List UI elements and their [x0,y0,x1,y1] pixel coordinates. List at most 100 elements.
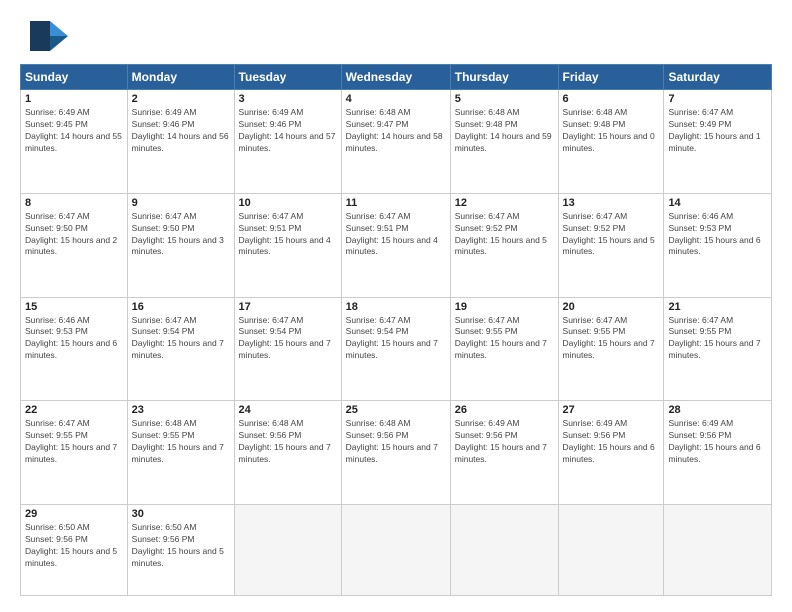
calendar-header-saturday: Saturday [664,65,772,90]
day-info: Sunrise: 6:47 AMSunset: 9:51 PMDaylight:… [346,211,446,259]
calendar-cell: 14Sunrise: 6:46 AMSunset: 9:53 PMDayligh… [664,193,772,297]
calendar-cell: 26 Sunrise: 6:49 AMSunset: 9:56 PMDayligh… [450,401,558,505]
day-info: Sunrise: 6:47 AMSunset: 9:54 PMDaylight:… [346,315,446,363]
day-number: 9 [132,197,230,209]
calendar-cell: 20 Sunrise: 6:47 AMSunset: 9:55 PMDayligh… [558,297,664,401]
day-info: Sunrise: 6:47 AMSunset: 9:51 PMDaylight:… [239,211,337,259]
day-number: 2 [132,93,230,105]
calendar-cell: 17 Sunrise: 6:47 AMSunset: 9:54 PMDayligh… [234,297,341,401]
calendar-cell: 22 Sunrise: 6:47 AMSunset: 9:55 PMDayligh… [21,401,128,505]
calendar-cell: 28 Sunrise: 6:49 AMSunset: 9:56 PMDayligh… [664,401,772,505]
day-number: 27 [563,404,660,416]
day-number: 25 [346,404,446,416]
day-number: 16 [132,301,230,313]
calendar-cell: 11Sunrise: 6:47 AMSunset: 9:51 PMDayligh… [341,193,450,297]
calendar-cell: 2 Sunrise: 6:49 AMSunset: 9:46 PMDaylight… [127,90,234,194]
day-info: Sunrise: 6:50 AMSunset: 9:56 PMDaylight:… [132,522,230,570]
day-number: 5 [455,93,554,105]
day-number: 6 [563,93,660,105]
day-number: 14 [668,197,767,209]
calendar-cell: 6 Sunrise: 6:48 AMSunset: 9:48 PMDaylight… [558,90,664,194]
calendar-cell: 12 Sunrise: 6:47 AMSunset: 9:52 PMDayligh… [450,193,558,297]
day-info: Sunrise: 6:49 AMSunset: 9:56 PMDaylight:… [563,418,660,466]
day-number: 8 [25,197,123,209]
day-number: 19 [455,301,554,313]
calendar-cell [664,505,772,596]
day-info: Sunrise: 6:49 AMSunset: 9:56 PMDaylight:… [455,418,554,466]
day-info: Sunrise: 6:50 AMSunset: 9:56 PMDaylight:… [25,522,123,570]
day-info: Sunrise: 6:47 AMSunset: 9:55 PMDaylight:… [25,418,123,466]
day-number: 4 [346,93,446,105]
day-number: 20 [563,301,660,313]
day-info: Sunrise: 6:48 AMSunset: 9:48 PMDaylight:… [455,107,554,155]
calendar-week-row: 15 Sunrise: 6:46 AMSunset: 9:53 PMDayligh… [21,297,772,401]
day-info: Sunrise: 6:46 AMSunset: 9:53 PMDaylight:… [25,315,123,363]
calendar-week-row: 8 Sunrise: 6:47 AMSunset: 9:50 PMDaylight… [21,193,772,297]
day-info: Sunrise: 6:47 AMSunset: 9:50 PMDaylight:… [25,211,123,259]
calendar-cell: 5 Sunrise: 6:48 AMSunset: 9:48 PMDaylight… [450,90,558,194]
calendar-cell: 10 Sunrise: 6:47 AMSunset: 9:51 PMDayligh… [234,193,341,297]
calendar-cell: 16 Sunrise: 6:47 AMSunset: 9:54 PMDayligh… [127,297,234,401]
calendar-week-row: 22 Sunrise: 6:47 AMSunset: 9:55 PMDayligh… [21,401,772,505]
calendar-cell: 23Sunrise: 6:48 AMSunset: 9:55 PMDayligh… [127,401,234,505]
day-info: Sunrise: 6:47 AMSunset: 9:55 PMDaylight:… [455,315,554,363]
calendar-cell: 8 Sunrise: 6:47 AMSunset: 9:50 PMDaylight… [21,193,128,297]
calendar-body: 1 Sunrise: 6:49 AMSunset: 9:45 PMDaylight… [21,90,772,596]
day-number: 7 [668,93,767,105]
day-info: Sunrise: 6:49 AMSunset: 9:46 PMDaylight:… [132,107,230,155]
calendar-week-row: 29Sunrise: 6:50 AMSunset: 9:56 PMDayligh… [21,505,772,596]
calendar-cell: 30 Sunrise: 6:50 AMSunset: 9:56 PMDayligh… [127,505,234,596]
calendar-cell [450,505,558,596]
logo [20,16,72,56]
day-number: 30 [132,508,230,520]
calendar-cell: 25 Sunrise: 6:48 AMSunset: 9:56 PMDayligh… [341,401,450,505]
day-info: Sunrise: 6:49 AMSunset: 9:56 PMDaylight:… [668,418,767,466]
day-info: Sunrise: 6:47 AMSunset: 9:54 PMDaylight:… [239,315,337,363]
calendar-cell: 29Sunrise: 6:50 AMSunset: 9:56 PMDayligh… [21,505,128,596]
calendar-cell [234,505,341,596]
day-number: 21 [668,301,767,313]
day-number: 24 [239,404,337,416]
calendar-header-thursday: Thursday [450,65,558,90]
day-number: 17 [239,301,337,313]
day-info: Sunrise: 6:48 AMSunset: 9:48 PMDaylight:… [563,107,660,155]
day-info: Sunrise: 6:49 AMSunset: 9:46 PMDaylight:… [239,107,337,155]
calendar-cell [341,505,450,596]
day-info: Sunrise: 6:47 AMSunset: 9:55 PMDaylight:… [668,315,767,363]
calendar-cell: 27 Sunrise: 6:49 AMSunset: 9:56 PMDayligh… [558,401,664,505]
calendar-cell [558,505,664,596]
day-number: 10 [239,197,337,209]
calendar-header-monday: Monday [127,65,234,90]
calendar-cell: 4 Sunrise: 6:48 AMSunset: 9:47 PMDaylight… [341,90,450,194]
day-number: 13 [563,197,660,209]
day-info: Sunrise: 6:47 AMSunset: 9:52 PMDaylight:… [455,211,554,259]
calendar-cell: 18Sunrise: 6:47 AMSunset: 9:54 PMDayligh… [341,297,450,401]
day-info: Sunrise: 6:48 AMSunset: 9:56 PMDaylight:… [239,418,337,466]
day-info: Sunrise: 6:49 AMSunset: 9:45 PMDaylight:… [25,107,123,155]
calendar-cell: 24 Sunrise: 6:48 AMSunset: 9:56 PMDayligh… [234,401,341,505]
calendar-header-friday: Friday [558,65,664,90]
day-number: 22 [25,404,123,416]
day-info: Sunrise: 6:47 AMSunset: 9:49 PMDaylight:… [668,107,767,155]
calendar-header-sunday: Sunday [21,65,128,90]
day-number: 15 [25,301,123,313]
calendar-header-wednesday: Wednesday [341,65,450,90]
day-info: Sunrise: 6:47 AMSunset: 9:52 PMDaylight:… [563,211,660,259]
day-number: 28 [668,404,767,416]
day-info: Sunrise: 6:47 AMSunset: 9:55 PMDaylight:… [563,315,660,363]
calendar-header-row: SundayMondayTuesdayWednesdayThursdayFrid… [21,65,772,90]
day-number: 12 [455,197,554,209]
day-info: Sunrise: 6:47 AMSunset: 9:54 PMDaylight:… [132,315,230,363]
calendar-cell: 1 Sunrise: 6:49 AMSunset: 9:45 PMDaylight… [21,90,128,194]
day-number: 1 [25,93,123,105]
calendar-cell: 7 Sunrise: 6:47 AMSunset: 9:49 PMDaylight… [664,90,772,194]
day-info: Sunrise: 6:48 AMSunset: 9:47 PMDaylight:… [346,107,446,155]
calendar-cell: 9Sunrise: 6:47 AMSunset: 9:50 PMDaylight… [127,193,234,297]
calendar-table: SundayMondayTuesdayWednesdayThursdayFrid… [20,64,772,596]
day-info: Sunrise: 6:48 AMSunset: 9:56 PMDaylight:… [346,418,446,466]
day-number: 26 [455,404,554,416]
day-number: 23 [132,404,230,416]
calendar-cell: 19 Sunrise: 6:47 AMSunset: 9:55 PMDayligh… [450,297,558,401]
day-number: 3 [239,93,337,105]
calendar-cell: 21 Sunrise: 6:47 AMSunset: 9:55 PMDayligh… [664,297,772,401]
